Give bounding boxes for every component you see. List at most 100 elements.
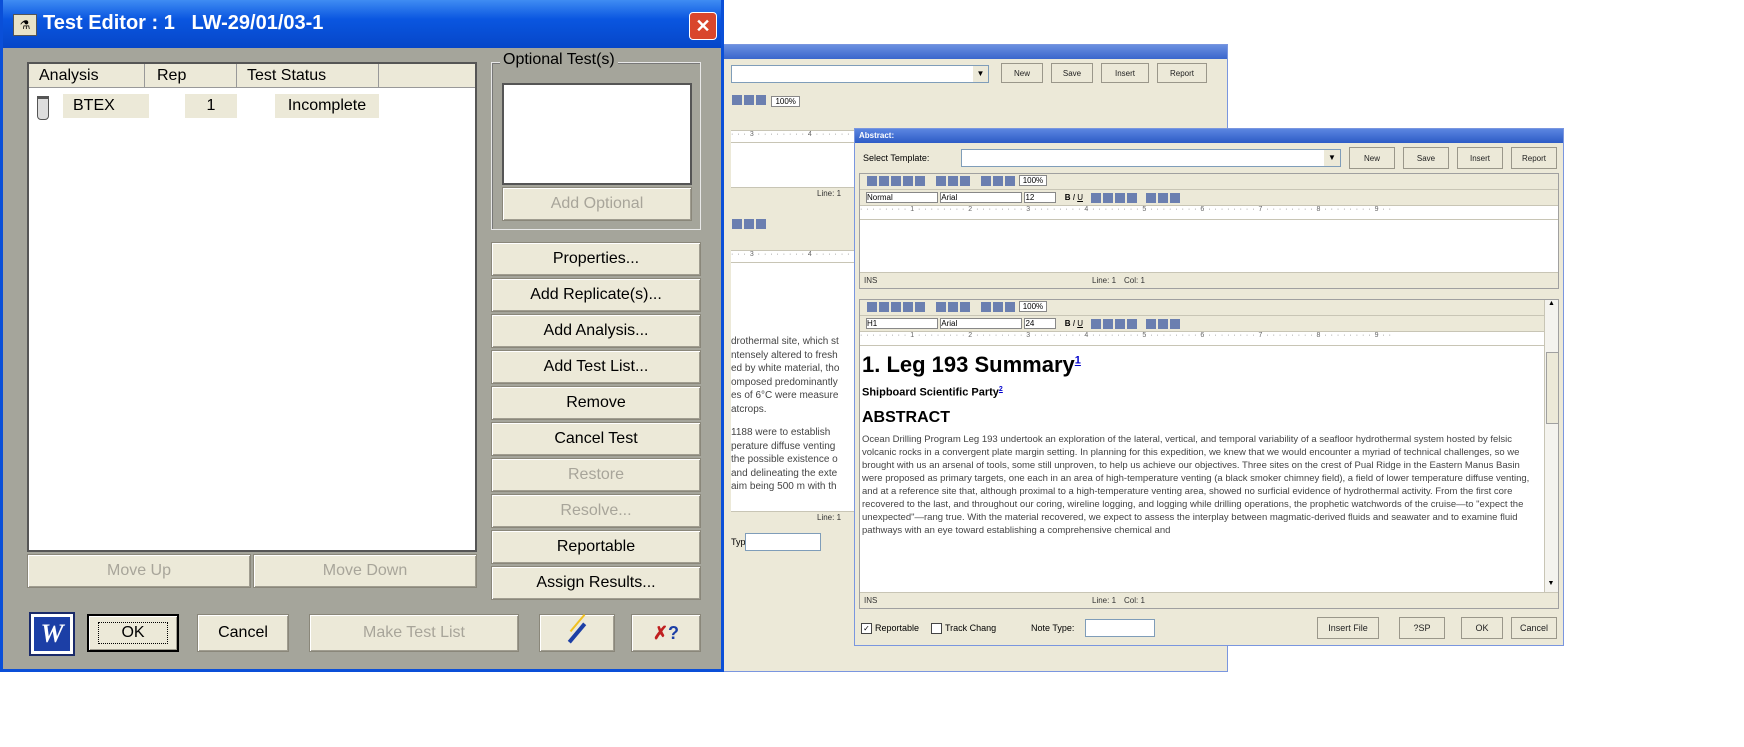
list-icon[interactable]	[1146, 192, 1157, 203]
table-icon[interactable]	[993, 176, 1004, 186]
add-test-list-button[interactable]: Add Test List...	[491, 350, 701, 384]
insert-button[interactable]: Insert	[1457, 147, 1503, 169]
template-dropdown-icon[interactable]: ▼	[1324, 150, 1340, 166]
align-center-icon[interactable]	[1103, 318, 1114, 329]
close-button[interactable]: ✕	[689, 12, 717, 40]
bullets-icon[interactable]	[1158, 192, 1169, 203]
editor-1-body[interactable]	[860, 220, 1558, 272]
track-changes-checkbox[interactable]	[931, 623, 942, 634]
toolbar-icon[interactable]	[756, 94, 766, 105]
align-right-icon[interactable]	[1115, 318, 1126, 329]
back-note-type-select[interactable]	[745, 533, 821, 551]
toolbar-icon[interactable]	[756, 218, 766, 229]
close-icon[interactable]: ✕	[695, 16, 710, 36]
align-right-icon[interactable]	[1115, 192, 1126, 203]
footnote-link-1[interactable]: 1	[1075, 355, 1081, 367]
save-button[interactable]: Save	[1403, 147, 1449, 169]
align-center-icon[interactable]	[1103, 192, 1114, 203]
copy-icon[interactable]	[948, 176, 959, 186]
table-icon[interactable]	[993, 302, 1004, 312]
bullets-icon[interactable]	[1158, 318, 1169, 329]
paste-icon[interactable]	[960, 176, 971, 186]
cancel-button[interactable]: Cancel	[197, 614, 289, 652]
word-icon[interactable]: W	[29, 612, 75, 656]
back-template-dropdown-icon[interactable]: ▼	[973, 66, 988, 82]
cancel-test-button[interactable]: Cancel Test	[491, 422, 701, 456]
report-button[interactable]: Report	[1511, 147, 1557, 169]
make-test-list-button[interactable]: Make Test List	[309, 614, 519, 652]
italic-icon[interactable]: I	[1073, 193, 1075, 202]
toolbar-icon[interactable]	[744, 218, 754, 229]
help-button[interactable]: ✗?	[631, 614, 701, 652]
abstract-ok-button[interactable]: OK	[1461, 617, 1503, 639]
note-type-select[interactable]	[1085, 619, 1155, 637]
editor-1-font-select[interactable]: Arial	[940, 192, 1023, 203]
justify-icon[interactable]	[1127, 192, 1138, 203]
reportable-button[interactable]: Reportable	[491, 530, 701, 564]
properties-button[interactable]: Properties...	[491, 242, 701, 276]
preview-icon[interactable]	[915, 302, 925, 312]
indent-icon[interactable]	[1170, 192, 1181, 203]
back-report-button[interactable]: Report	[1157, 63, 1207, 83]
back-insert-button[interactable]: Insert	[1101, 63, 1149, 83]
new-doc-icon[interactable]	[867, 302, 877, 312]
indent-icon[interactable]	[1170, 318, 1181, 329]
copy-icon[interactable]	[948, 302, 959, 312]
editor-2-font-select[interactable]: Arial	[940, 318, 1023, 329]
footnote-link-2[interactable]: 2	[999, 386, 1003, 393]
save-icon[interactable]	[891, 302, 901, 312]
move-down-button[interactable]: Move Down	[253, 554, 477, 588]
underline-icon[interactable]: U	[1077, 193, 1083, 202]
bold-icon[interactable]: B	[1065, 319, 1071, 328]
wizard-button[interactable]	[539, 614, 615, 652]
toolbar-icon[interactable]	[732, 218, 742, 229]
move-up-button[interactable]: Move Up	[27, 554, 251, 588]
document-body[interactable]: 1. Leg 193 Summary1 Shipboard Scientific…	[860, 346, 1544, 592]
abstract-cancel-button[interactable]: Cancel	[1511, 617, 1557, 639]
find-icon[interactable]	[981, 176, 992, 186]
table-row[interactable]: BTEX 1 Incomplete	[29, 94, 475, 120]
scroll-down-icon[interactable]: ▼	[1545, 580, 1557, 592]
find-icon[interactable]	[981, 302, 992, 312]
paste-icon[interactable]	[960, 302, 971, 312]
editor-1-size-select[interactable]: 12	[1024, 192, 1057, 203]
cut-icon[interactable]	[936, 176, 947, 186]
editor-1-style-select[interactable]: Normal	[866, 192, 938, 203]
pilcrow-icon[interactable]	[1005, 302, 1016, 312]
editor-1-zoom[interactable]: 100%	[1018, 175, 1048, 187]
ok-button[interactable]: OK	[87, 614, 179, 652]
pilcrow-icon[interactable]	[1005, 176, 1016, 186]
optional-tests-list[interactable]	[502, 83, 692, 185]
print-icon[interactable]	[903, 302, 913, 312]
back-save-button[interactable]: Save	[1051, 63, 1093, 83]
italic-icon[interactable]: I	[1073, 319, 1075, 328]
preview-icon[interactable]	[915, 176, 925, 186]
back-new-button[interactable]: New	[1001, 63, 1043, 83]
scroll-up-icon[interactable]: ▲	[1545, 300, 1558, 312]
sp-button[interactable]: ?SP	[1399, 617, 1445, 639]
list-icon[interactable]	[1146, 318, 1157, 329]
add-analysis-button[interactable]: Add Analysis...	[491, 314, 701, 348]
editor-2-zoom[interactable]: 100%	[1018, 301, 1048, 313]
reportable-checkbox[interactable]: ✓	[861, 623, 872, 634]
col-analysis[interactable]: Analysis	[29, 64, 145, 88]
assign-results-button[interactable]: Assign Results...	[491, 566, 701, 600]
editor-2-size-select[interactable]: 24	[1024, 318, 1057, 329]
add-optional-button[interactable]: Add Optional	[502, 187, 692, 221]
add-replicates-button[interactable]: Add Replicate(s)...	[491, 278, 701, 312]
col-test-status[interactable]: Test Status	[237, 64, 379, 88]
underline-icon[interactable]: U	[1077, 319, 1083, 328]
save-icon[interactable]	[891, 176, 901, 186]
cut-icon[interactable]	[936, 302, 947, 312]
remove-button[interactable]: Remove	[491, 386, 701, 420]
new-button[interactable]: New	[1349, 147, 1395, 169]
toolbar-icon[interactable]	[744, 94, 754, 105]
col-rep[interactable]: Rep	[145, 64, 237, 88]
editor-2-style-select[interactable]: H1	[866, 318, 938, 329]
scroll-thumb[interactable]	[1546, 352, 1559, 424]
open-icon[interactable]	[879, 176, 889, 186]
insert-file-button[interactable]: Insert File	[1317, 617, 1379, 639]
back-zoom-box[interactable]: 100%	[771, 96, 800, 107]
template-select[interactable]	[961, 149, 1341, 167]
open-icon[interactable]	[879, 302, 889, 312]
